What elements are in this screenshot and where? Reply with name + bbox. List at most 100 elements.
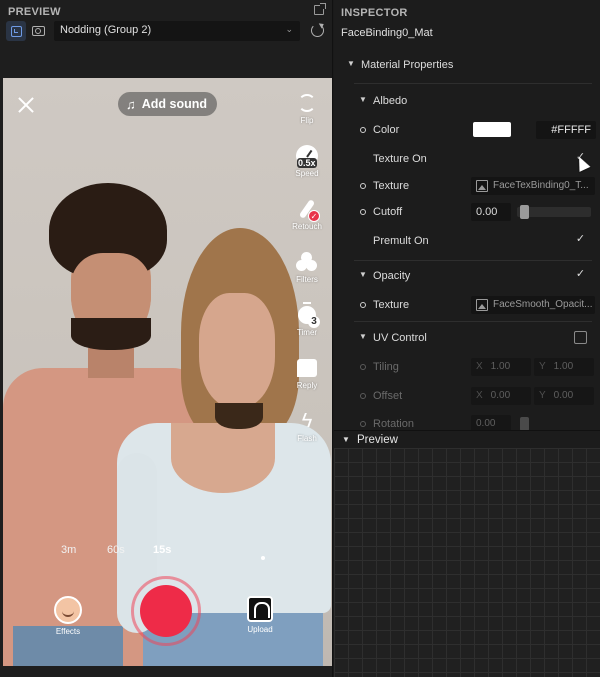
preview-panel-title: PREVIEW bbox=[8, 6, 61, 18]
speed-label: Speed bbox=[295, 169, 319, 178]
cutoff-label: Cutoff bbox=[373, 206, 403, 218]
timer-badge: 3 bbox=[308, 316, 320, 328]
offset-row: Offset X 0.00 Y 0.00 bbox=[334, 385, 600, 407]
flash-label: Flash bbox=[297, 434, 317, 443]
preview-section-header[interactable]: ▼ Preview bbox=[334, 430, 600, 448]
rotation-slider-handle[interactable] bbox=[520, 417, 529, 430]
uv-control-header[interactable]: ▼ UV Control bbox=[334, 327, 600, 349]
offset-y-value: 0.00 bbox=[553, 390, 574, 401]
speed-button[interactable]: 0.5x Speed bbox=[292, 145, 322, 178]
timer-label: Timer bbox=[296, 328, 318, 337]
albedo-color-row: Color #FFFFF bbox=[334, 119, 600, 141]
camera-viewport[interactable]: ♫ Add sound Flip 0.5x Speed ✓ Retouch Fi… bbox=[3, 78, 332, 666]
color-swatch[interactable] bbox=[473, 122, 511, 137]
chevron-down-icon: ⌄ bbox=[285, 24, 293, 34]
bullet-icon bbox=[360, 183, 366, 189]
texture-on-row: Texture On ✓ bbox=[334, 148, 600, 170]
uv-control-checkbox[interactable] bbox=[574, 331, 587, 344]
timer-icon: 3 bbox=[298, 302, 320, 328]
tiling-label: Tiling bbox=[373, 361, 399, 373]
object-select[interactable]: Nodding (Group 2) ⌄ bbox=[54, 21, 300, 41]
record-button[interactable] bbox=[140, 585, 192, 637]
offset-x-input[interactable]: X 0.00 bbox=[471, 387, 531, 405]
premult-on-checkbox[interactable]: ✓ bbox=[574, 234, 587, 247]
image-icon bbox=[476, 180, 488, 192]
bullet-icon bbox=[360, 127, 366, 133]
frame-mode-button[interactable] bbox=[6, 21, 26, 41]
effects-label: Effects bbox=[55, 627, 81, 636]
tiling-x-value: 1.00 bbox=[490, 361, 511, 372]
offset-y-input[interactable]: Y 0.00 bbox=[534, 387, 594, 405]
premult-on-label: Premult On bbox=[373, 235, 429, 247]
albedo-texture-field[interactable]: FaceTexBinding0_T... bbox=[471, 177, 595, 195]
texture-on-label: Texture On bbox=[373, 153, 427, 165]
color-hex-input[interactable]: #FFFFF bbox=[536, 121, 596, 139]
opacity-label: Opacity bbox=[373, 270, 411, 282]
preview-toolbar: Nodding (Group 2) ⌄ bbox=[0, 20, 333, 42]
inspector-object-name: FaceBinding0_Mat bbox=[341, 27, 433, 39]
bullet-icon bbox=[360, 209, 366, 215]
effects-button[interactable]: Effects bbox=[53, 596, 83, 636]
bullet-icon bbox=[360, 364, 366, 370]
cutoff-input[interactable]: 0.00 bbox=[471, 203, 511, 221]
opacity-texture-field[interactable]: FaceSmooth_Opacit... bbox=[471, 296, 595, 314]
uv-control-label: UV Control bbox=[373, 332, 427, 344]
caret-down-icon: ▼ bbox=[342, 435, 350, 444]
rotation-input[interactable]: 0.00 bbox=[471, 415, 511, 430]
upload-icon bbox=[247, 596, 273, 622]
cutoff-slider-handle[interactable] bbox=[520, 205, 529, 219]
divider bbox=[354, 83, 592, 84]
speed-icon: 0.5x bbox=[296, 145, 318, 168]
duration-3m[interactable]: 3m bbox=[61, 544, 76, 556]
object-select-value: Nodding (Group 2) bbox=[60, 24, 152, 36]
opacity-texture-label: Texture bbox=[373, 299, 410, 311]
refresh-icon[interactable] bbox=[311, 24, 324, 37]
music-note-icon: ♫ bbox=[126, 96, 136, 112]
rotation-label: Rotation bbox=[373, 418, 414, 430]
upload-button[interactable]: Upload bbox=[245, 596, 275, 634]
color-label: Color bbox=[373, 124, 400, 136]
albedo-header[interactable]: ▼ Albedo bbox=[334, 90, 600, 112]
bullet-icon bbox=[360, 393, 366, 399]
close-icon[interactable] bbox=[17, 96, 35, 114]
reply-icon bbox=[297, 359, 317, 377]
preview-panel: PREVIEW Nodding (Group 2) ⌄ ♫ Add sound … bbox=[0, 0, 333, 677]
tiling-y-input[interactable]: Y 1.00 bbox=[534, 358, 594, 376]
check-badge-icon: ✓ bbox=[308, 210, 320, 222]
camera-icon bbox=[31, 26, 45, 36]
duration-selector: 3m 60s 15s bbox=[61, 544, 261, 560]
premult-on-row: Premult On ✓ bbox=[334, 230, 600, 252]
add-sound-button[interactable]: ♫ Add sound bbox=[118, 92, 218, 116]
material-properties-header[interactable]: ▼ Material Properties bbox=[334, 54, 600, 76]
caret-down-icon: ▼ bbox=[347, 59, 355, 68]
opacity-texture-value: FaceSmooth_Opacit... bbox=[493, 299, 593, 310]
frame-icon bbox=[10, 25, 22, 37]
duration-60s[interactable]: 60s bbox=[107, 544, 125, 556]
opacity-header[interactable]: ▼ Opacity ✓ bbox=[334, 265, 600, 287]
filters-button[interactable]: Filters bbox=[292, 251, 322, 284]
albedo-texture-value: FaceTexBinding0_T... bbox=[493, 180, 589, 191]
bullet-icon bbox=[360, 302, 366, 308]
reply-button[interactable]: Reply bbox=[292, 357, 322, 390]
texture-label: Texture bbox=[373, 180, 410, 192]
retouch-button[interactable]: ✓ Retouch bbox=[292, 198, 322, 231]
tiling-x-input[interactable]: X 1.00 bbox=[471, 358, 531, 376]
offset-x-value: 0.00 bbox=[490, 390, 511, 401]
opacity-checkbox[interactable]: ✓ bbox=[574, 269, 587, 282]
inspector-panel: INSPECTOR FaceBinding0_Mat ▼ Material Pr… bbox=[334, 0, 600, 430]
flash-button[interactable]: ϟ Flash bbox=[292, 410, 322, 443]
preview-grid-canvas[interactable] bbox=[334, 448, 600, 677]
timer-button[interactable]: 3 Timer bbox=[292, 302, 322, 337]
effects-face-icon bbox=[54, 596, 82, 624]
speed-badge: 0.5x bbox=[297, 158, 317, 168]
bullet-icon bbox=[360, 421, 366, 427]
flip-button[interactable]: Flip bbox=[292, 92, 322, 125]
person-right-beard bbox=[215, 403, 263, 429]
camera-mode-button[interactable] bbox=[28, 21, 48, 41]
external-window-icon[interactable] bbox=[314, 3, 326, 15]
flip-label: Flip bbox=[300, 116, 314, 125]
material-properties-label: Material Properties bbox=[361, 59, 454, 71]
duration-15s[interactable]: 15s bbox=[153, 544, 171, 556]
add-sound-label: Add sound bbox=[141, 97, 208, 111]
filters-label: Filters bbox=[296, 275, 318, 284]
